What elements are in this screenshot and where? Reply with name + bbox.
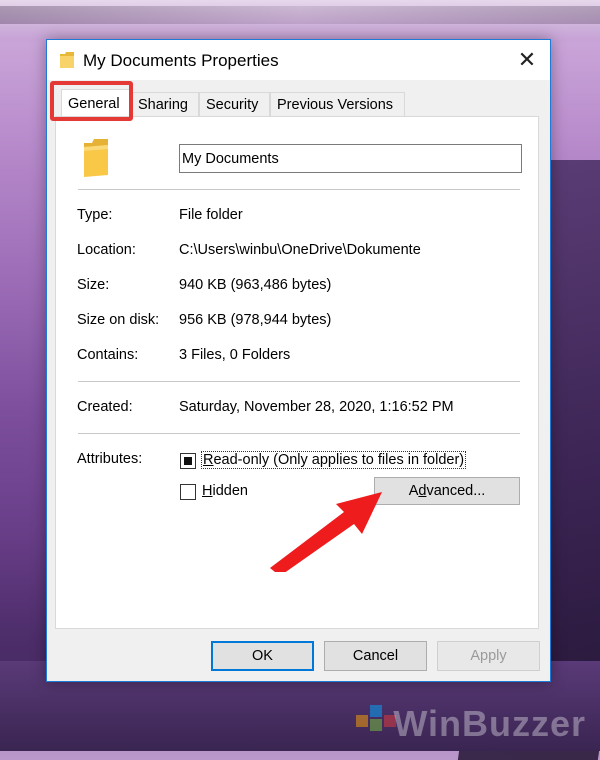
hidden-label[interactable]: Hidden	[202, 483, 248, 499]
title-bar[interactable]: My Documents Properties ✕	[47, 40, 550, 80]
close-button[interactable]: ✕	[504, 40, 550, 80]
folder-icon	[60, 52, 74, 68]
apply-label: Apply	[470, 648, 507, 664]
separator	[78, 189, 520, 190]
advanced-label-rest: vanced...	[426, 483, 486, 499]
readonly-accesskey: R	[203, 452, 214, 468]
tab-label: Previous Versions	[277, 97, 394, 113]
advanced-button[interactable]: Advanced...	[374, 477, 520, 505]
background-shoreline	[0, 6, 600, 24]
type-label: Type:	[77, 207, 113, 223]
hidden-accesskey: H	[202, 483, 213, 499]
created-value: Saturday, November 28, 2020, 1:16:52 PM	[179, 399, 454, 415]
type-value: File folder	[179, 207, 243, 223]
size-on-disk-label: Size on disk:	[77, 312, 160, 328]
cancel-button[interactable]: Cancel	[324, 641, 427, 671]
tab-sharing[interactable]: Sharing	[131, 92, 199, 116]
created-label: Created:	[77, 399, 133, 415]
red-arrow-icon	[270, 492, 382, 572]
dialog-title: My Documents Properties	[83, 51, 279, 70]
ok-label: OK	[252, 648, 273, 664]
size-value: 940 KB (963,486 bytes)	[179, 277, 332, 293]
readonly-label[interactable]: Read-only (Only applies to files in fold…	[201, 451, 467, 469]
tab-security[interactable]: Security	[199, 92, 270, 116]
close-icon: ✕	[517, 47, 537, 72]
tab-previous-versions[interactable]: Previous Versions	[270, 92, 405, 116]
separator	[78, 433, 520, 434]
general-tab-highlight	[50, 81, 133, 121]
location-value: C:\Users\winbu\OneDrive\Dokumente	[179, 242, 421, 258]
ok-button[interactable]: OK	[211, 641, 314, 671]
cancel-label: Cancel	[352, 648, 399, 664]
readonly-label-text: ead-only (Only applies to files in folde…	[213, 452, 465, 468]
tab-label: Security	[206, 97, 259, 113]
separator	[78, 381, 520, 382]
folder-name-input[interactable]	[179, 144, 522, 173]
advanced-label-start: A	[408, 483, 419, 499]
location-label: Location:	[77, 242, 136, 258]
folder-icon	[84, 139, 108, 177]
contains-label: Contains:	[77, 347, 139, 363]
contains-value: 3 Files, 0 Folders	[179, 347, 291, 363]
readonly-checkbox[interactable]	[180, 453, 196, 469]
apply-button: Apply	[437, 641, 540, 671]
attributes-label: Attributes:	[77, 451, 143, 467]
watermark-text: WinBuzzer	[393, 703, 586, 744]
tab-label: Sharing	[138, 97, 188, 113]
properties-dialog: My Documents Properties ✕ General Sharin…	[46, 39, 551, 682]
hidden-checkbox[interactable]	[180, 484, 196, 500]
size-label: Size:	[77, 277, 110, 293]
hidden-label-text: idden	[212, 483, 248, 499]
size-on-disk-value: 956 KB (978,944 bytes)	[179, 312, 332, 328]
